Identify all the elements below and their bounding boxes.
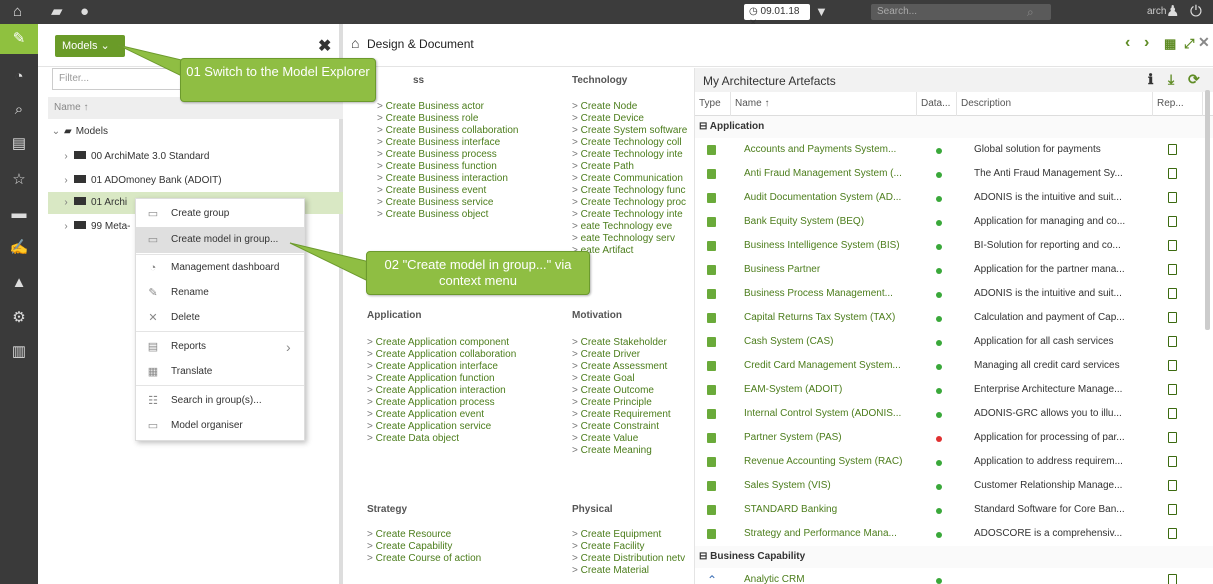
callout-switch-explorer: 01 Switch to the Model Explorer bbox=[180, 58, 376, 102]
callout-create-model: 02 "Create model in group..." via contex… bbox=[366, 251, 590, 295]
callout-arrow-2 bbox=[289, 242, 371, 283]
